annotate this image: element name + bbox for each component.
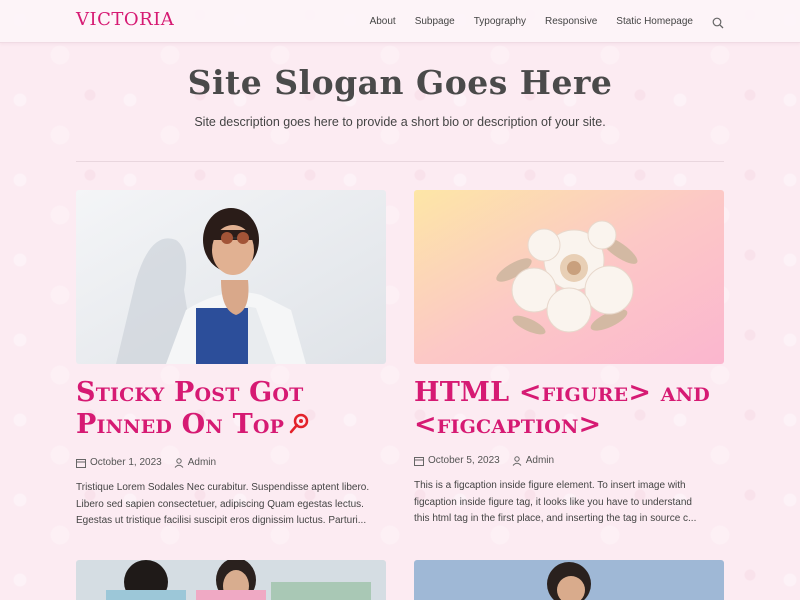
post-title[interactable]: HTML <figure> and <figcaption> bbox=[414, 377, 724, 441]
excerpt-line: Egestas ut tristique facilisi suscipit e… bbox=[76, 515, 367, 526]
site-description: Site description goes here to provide a … bbox=[194, 115, 606, 129]
post-meta: October 1, 2023 Admin bbox=[76, 457, 386, 468]
site-brand[interactable]: Victoria bbox=[76, 9, 174, 30]
post-thumbnail[interactable] bbox=[76, 560, 386, 600]
calendar-icon bbox=[76, 458, 86, 468]
nav-item-typography[interactable]: Typography bbox=[474, 16, 526, 27]
post-excerpt: This is a figcaption inside figure eleme… bbox=[414, 478, 724, 528]
excerpt-line: Tristique Lorem Sodales Nec curabitur. S… bbox=[76, 482, 370, 493]
post-excerpt: Tristique Lorem Sodales Nec curabitur. S… bbox=[76, 480, 386, 530]
excerpt-line: Libero sed sapien consectetuer, adipisci… bbox=[76, 498, 364, 510]
user-icon bbox=[174, 457, 184, 468]
search-icon[interactable] bbox=[712, 14, 724, 29]
user-icon bbox=[512, 455, 522, 466]
post-thumbnail[interactable] bbox=[76, 190, 386, 364]
excerpt-line: this html tag in the first place, and in… bbox=[414, 513, 697, 524]
nav-item-static-homepage[interactable]: Static Homepage bbox=[616, 16, 693, 27]
main-nav: About Subpage Typography Responsive Stat… bbox=[370, 14, 724, 29]
site-header: Victoria About Subpage Typography Respon… bbox=[0, 0, 800, 43]
nav-item-responsive[interactable]: Responsive bbox=[545, 16, 597, 27]
post-author[interactable]: Admin bbox=[512, 455, 554, 466]
pin-icon bbox=[288, 411, 312, 443]
post-card: HTML <figure> and <figcaption> October 5… bbox=[414, 190, 724, 528]
post-thumbnail[interactable] bbox=[414, 190, 724, 364]
post-author-name: Admin bbox=[187, 457, 217, 468]
excerpt-line: figcaption inside figure tag, it looks l… bbox=[414, 496, 692, 508]
nav-item-subpage[interactable]: Subpage bbox=[415, 16, 455, 27]
post-meta: October 5, 2023 Admin bbox=[414, 455, 724, 466]
post-author[interactable]: Admin bbox=[174, 457, 216, 468]
post-date[interactable]: October 1, 2023 bbox=[90, 457, 162, 468]
post-date[interactable]: October 5, 2023 bbox=[428, 455, 500, 466]
site-slogan: Site Slogan Goes Here bbox=[187, 63, 613, 102]
calendar-icon bbox=[414, 456, 424, 466]
post-title[interactable]: Sticky Post Got Pinned On Top bbox=[76, 377, 386, 443]
post-thumbnail[interactable] bbox=[414, 560, 724, 600]
excerpt-line: This is a figcaption inside figure eleme… bbox=[414, 480, 686, 491]
nav-item-about[interactable]: About bbox=[370, 16, 396, 27]
post-card: Sticky Post Got Pinned On Top October 1,… bbox=[76, 190, 386, 530]
post-author-name: Admin bbox=[525, 455, 555, 466]
hero-divider bbox=[76, 161, 724, 162]
